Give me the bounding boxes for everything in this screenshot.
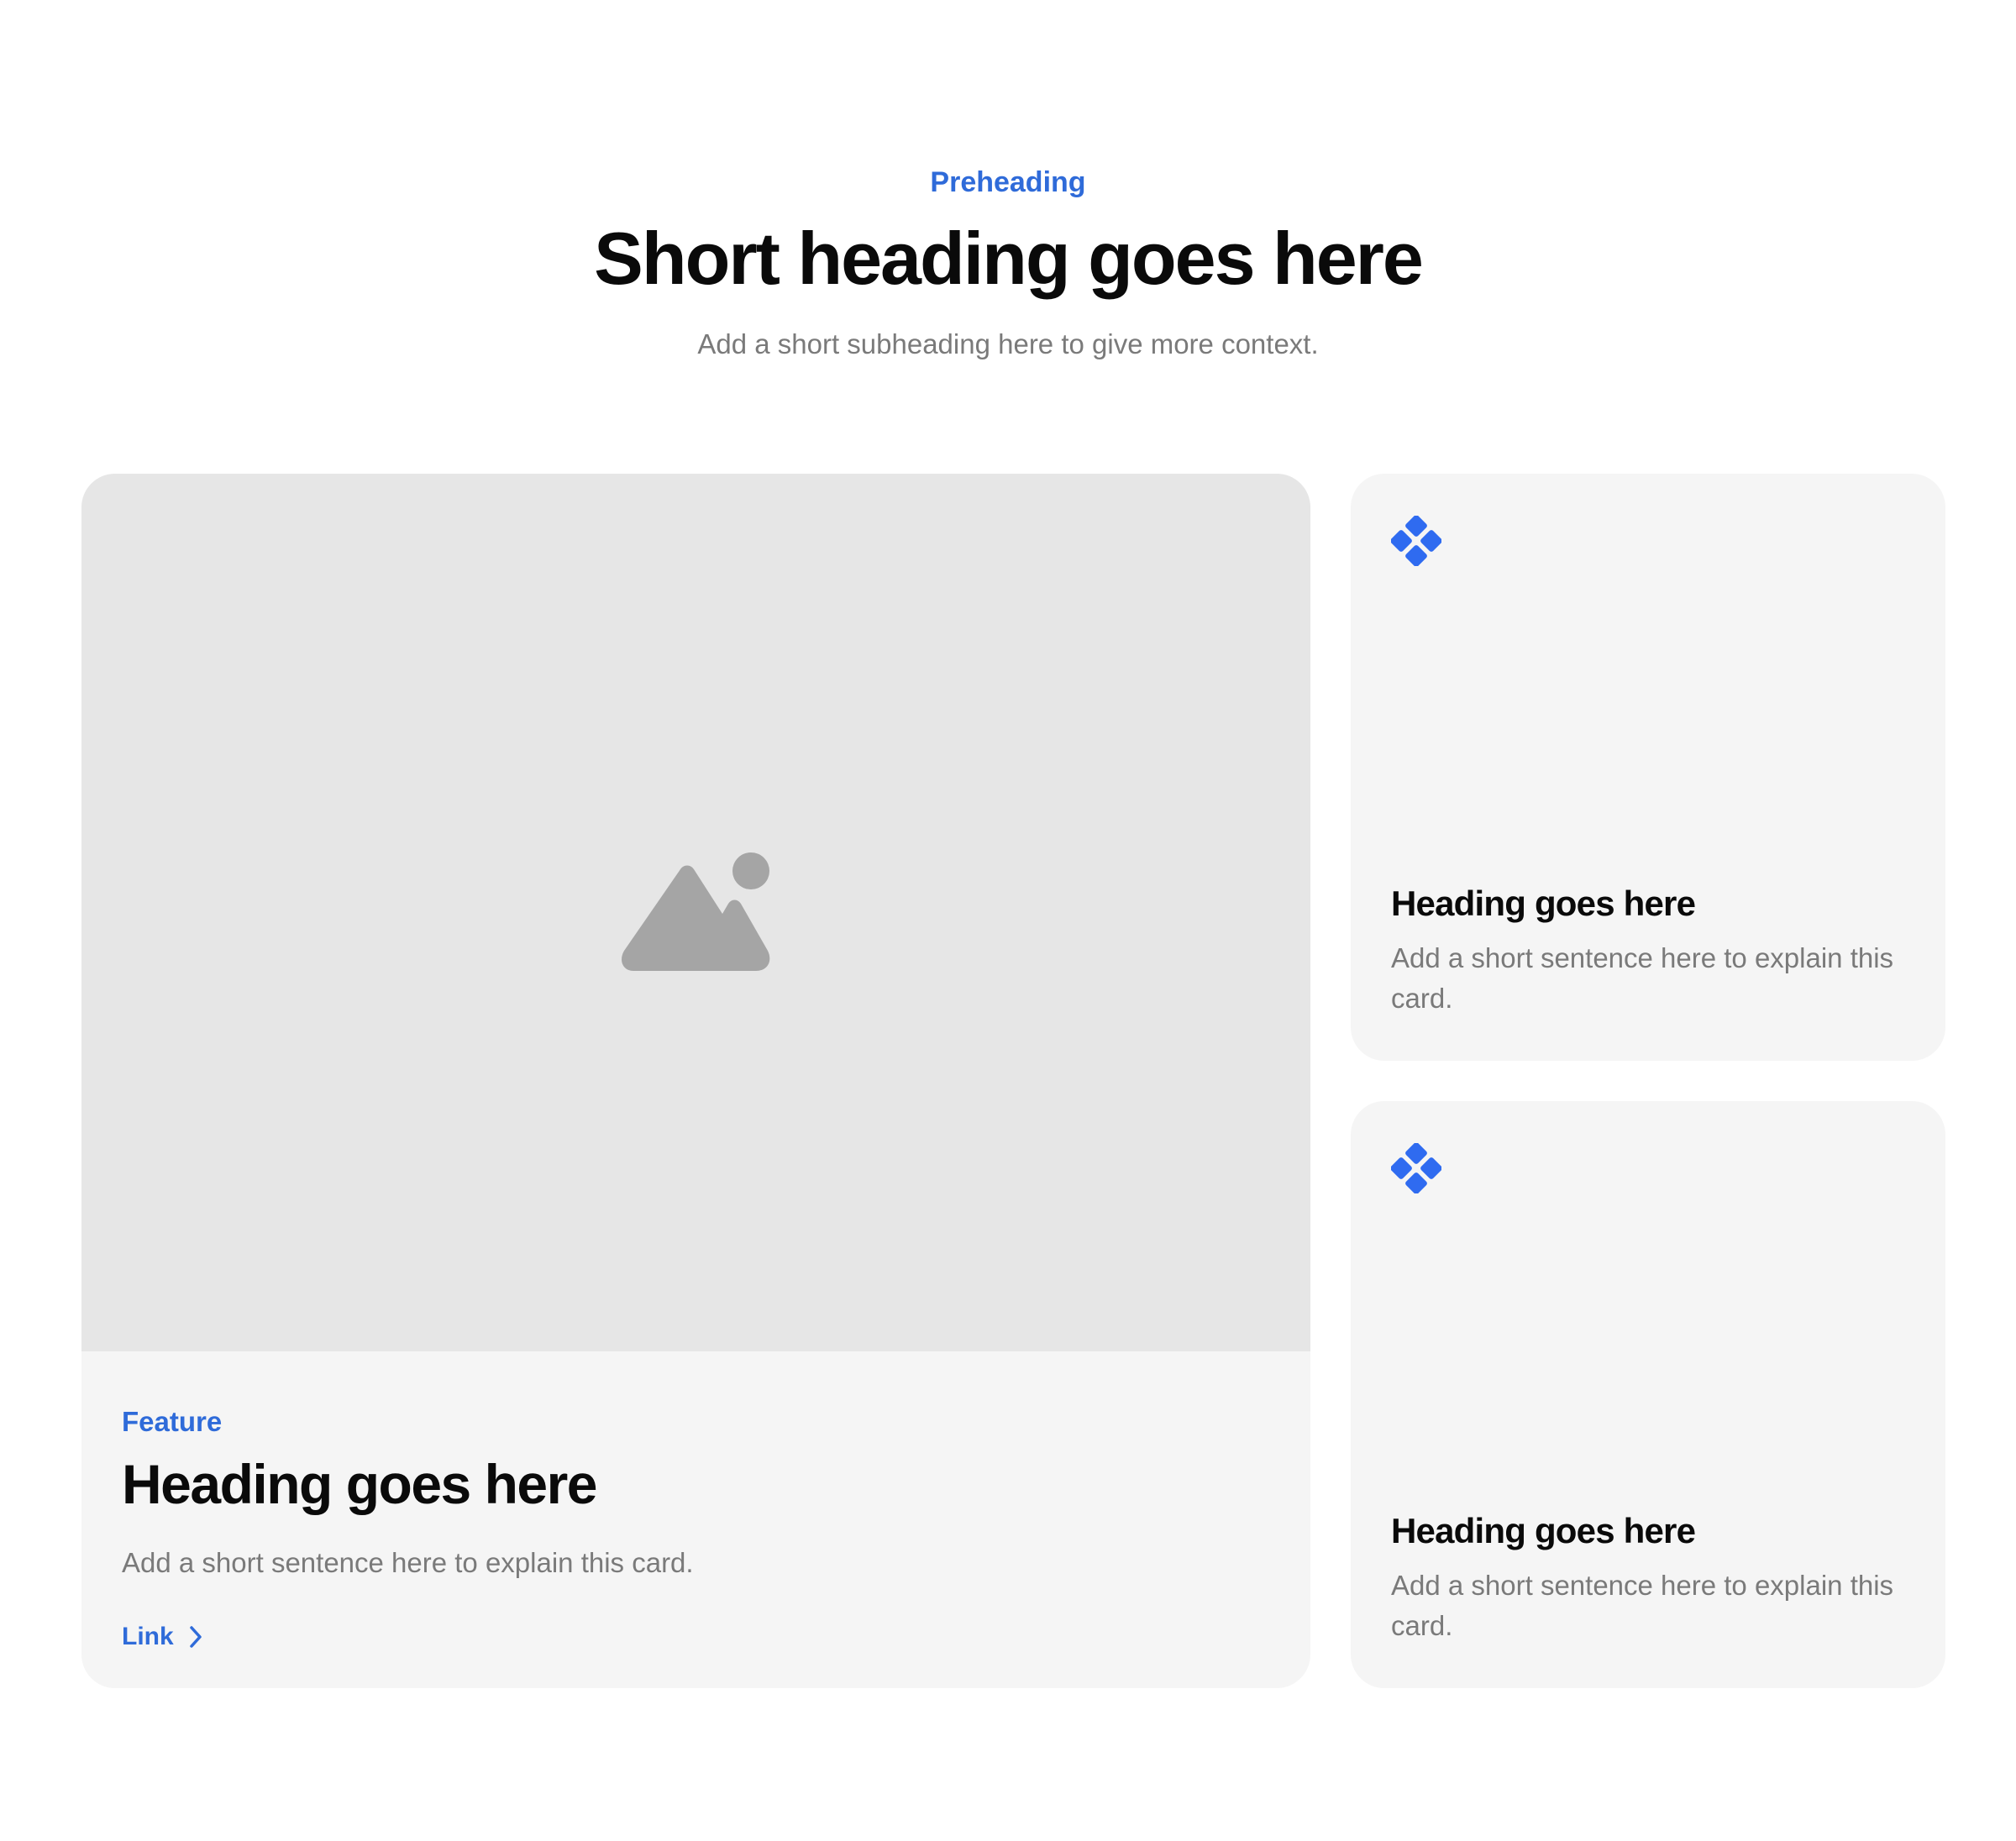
side-card-2: Heading goes here Add a short sentence h… <box>1351 1101 1945 1688</box>
chevron-right-icon <box>189 1626 202 1648</box>
feature-card: Feature Heading goes here Add a short se… <box>81 474 1310 1688</box>
feature-link[interactable]: Link <box>122 1618 202 1655</box>
side-card-heading: Heading goes here <box>1391 884 1696 923</box>
feature-heading: Heading goes here <box>122 1453 598 1515</box>
page-title: Short heading goes here <box>594 217 1424 300</box>
feature-card-body: Feature Heading goes here Add a short se… <box>122 1351 1270 1688</box>
diamond-cluster-icon <box>1391 516 1441 566</box>
image-placeholder-icon <box>622 852 770 971</box>
side-card-heading: Heading goes here <box>1391 1511 1696 1550</box>
side-card-text: Add a short sentence here to explain thi… <box>1391 1570 1894 1641</box>
feature-tag: Feature <box>122 1406 223 1437</box>
preheading: Preheading <box>930 166 1086 198</box>
feature-image-placeholder <box>81 474 1310 1351</box>
diamond-cluster-icon <box>1391 1143 1441 1193</box>
feature-text: Add a short sentence here to explain thi… <box>122 1547 694 1578</box>
side-card-text: Add a short sentence here to explain thi… <box>1391 942 1894 1014</box>
subheading: Add a short subheading here to give more… <box>697 328 1319 359</box>
side-card-1: Heading goes here Add a short sentence h… <box>1351 474 1945 1061</box>
feature-link-label: Link <box>122 1623 174 1650</box>
